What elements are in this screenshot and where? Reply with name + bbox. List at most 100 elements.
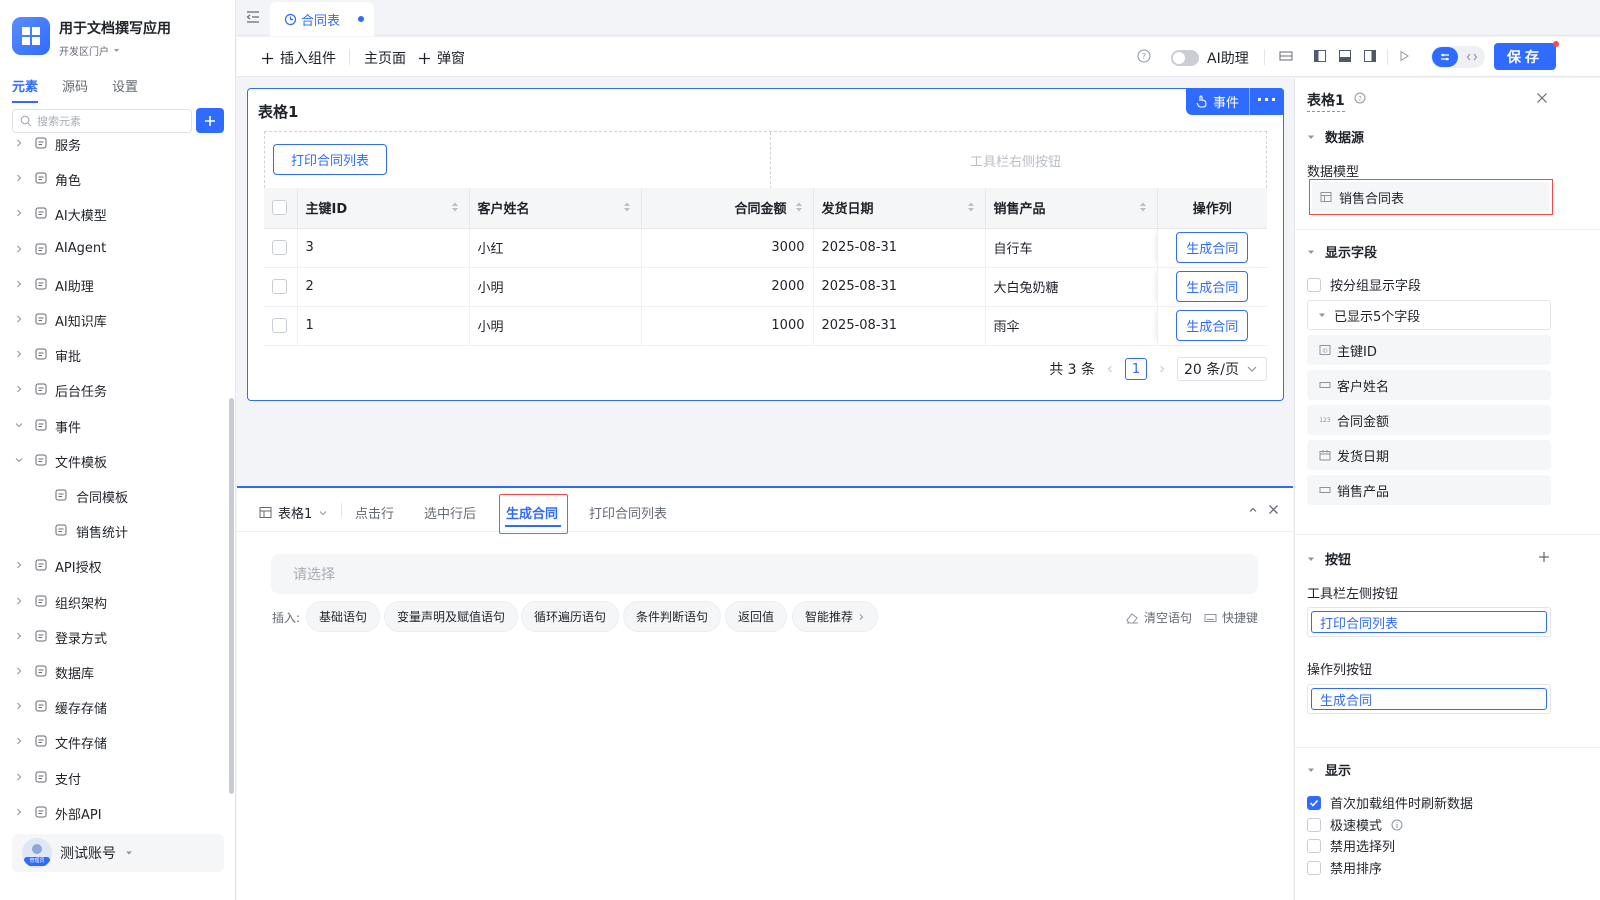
preview-play-icon[interactable] bbox=[1397, 49, 1411, 63]
design-mode-button[interactable] bbox=[1432, 47, 1458, 67]
close-icon[interactable] bbox=[1536, 92, 1548, 104]
chevron-right-icon[interactable] bbox=[14, 314, 24, 324]
sidebar-item[interactable]: AI知识库 bbox=[0, 304, 228, 334]
sidebar-item[interactable]: API授权 bbox=[0, 550, 228, 580]
chevron-right-icon[interactable] bbox=[14, 666, 24, 676]
tab-generate-contract[interactable]: 生成合同 bbox=[506, 503, 558, 522]
save-button[interactable]: 保存 bbox=[1494, 43, 1556, 70]
event-button[interactable]: 事件 bbox=[1186, 88, 1250, 115]
column-header[interactable]: 销售产品 bbox=[985, 188, 1158, 229]
sidebar-item[interactable]: 后台任务 bbox=[0, 374, 228, 404]
sidebar-item[interactable]: 事件 bbox=[0, 410, 228, 440]
plus-icon[interactable] bbox=[1538, 551, 1550, 563]
chevron-right-icon[interactable] bbox=[14, 701, 24, 711]
action-select[interactable]: 请选择 bbox=[271, 554, 1258, 594]
left-button-config[interactable]: 打印合同列表 bbox=[1307, 607, 1551, 637]
buttons-section-header[interactable]: 按钮 bbox=[1307, 549, 1351, 568]
info-icon[interactable] bbox=[1391, 819, 1403, 831]
view-mode-switch[interactable] bbox=[1431, 46, 1485, 68]
chevron-right-icon[interactable] bbox=[14, 560, 24, 570]
sidebar-item[interactable]: 数据库 bbox=[0, 656, 228, 686]
layout-split-icon[interactable] bbox=[1279, 49, 1293, 63]
chevron-right-icon[interactable] bbox=[1157, 364, 1167, 374]
component-selector[interactable]: 表格1 bbox=[259, 503, 328, 522]
sidebar-item[interactable]: 服务 bbox=[0, 128, 228, 158]
sort-icon[interactable] bbox=[967, 201, 975, 213]
chevron-right-icon[interactable] bbox=[14, 279, 24, 289]
chevron-left-icon[interactable] bbox=[1105, 364, 1115, 374]
sidebar-item[interactable]: 缓存存储 bbox=[0, 691, 228, 721]
sidebar-scrollbar[interactable] bbox=[229, 398, 234, 794]
disable-select-column-checkbox[interactable] bbox=[1307, 838, 1321, 853]
insert-basic-statement[interactable]: 基础语句 bbox=[306, 601, 381, 632]
insert-return-value[interactable]: 返回值 bbox=[725, 601, 788, 632]
sidebar-item[interactable]: AIAgent bbox=[0, 234, 228, 264]
op-button-config[interactable]: 生成合同 bbox=[1307, 684, 1551, 714]
datasource-section-header[interactable]: 数据源 bbox=[1307, 127, 1364, 146]
table-row[interactable]: 1 小明 1000 2025-08-31 雨伞 生成合同 bbox=[264, 306, 1267, 346]
field-item[interactable]: 客户姓名 bbox=[1307, 370, 1551, 400]
print-contract-list-button[interactable]: 打印合同列表 bbox=[273, 144, 387, 175]
group-fields-option[interactable]: 按分组显示字段 bbox=[1307, 275, 1421, 294]
help-icon[interactable]: ? bbox=[1354, 92, 1366, 104]
select-all-checkbox[interactable] bbox=[272, 200, 287, 216]
popup-button[interactable]: 弹窗 bbox=[418, 48, 465, 68]
layout-bottom-icon[interactable] bbox=[1338, 49, 1352, 63]
insert-variable-statement[interactable]: 变量声明及赋值语句 bbox=[384, 601, 519, 632]
column-header[interactable]: 合同金额 bbox=[641, 188, 814, 229]
sort-icon[interactable] bbox=[1139, 201, 1147, 213]
disable-sort-option[interactable]: 禁用排序 bbox=[1307, 858, 1382, 877]
table-component[interactable]: 表格1 事件 ··· 打印合同列表 工具栏右侧按钮 主键ID 客户姓名 合同金额… bbox=[247, 88, 1284, 401]
sidebar-item[interactable]: 合同模板 bbox=[0, 480, 228, 510]
sort-icon[interactable] bbox=[795, 201, 803, 213]
generate-contract-button[interactable]: 生成合同 bbox=[1176, 310, 1249, 341]
chevron-down-icon[interactable] bbox=[14, 455, 24, 465]
chevron-up-icon[interactable] bbox=[1248, 505, 1258, 515]
sidebar-item[interactable]: 销售统计 bbox=[0, 515, 228, 545]
portal-selector[interactable]: 开发区门户 bbox=[59, 43, 171, 58]
sidebar-item[interactable]: 登录方式 bbox=[0, 621, 228, 651]
shortcuts-button[interactable]: 快捷键 bbox=[1204, 609, 1258, 626]
field-item[interactable]: 销售产品 bbox=[1307, 475, 1551, 505]
tab-source[interactable]: 源码 bbox=[62, 76, 88, 103]
fields-section-header[interactable]: 显示字段 bbox=[1307, 242, 1377, 261]
chevron-right-icon[interactable] bbox=[14, 596, 24, 606]
insert-component-button[interactable]: 插入组件 bbox=[261, 48, 336, 68]
insert-loop-statement[interactable]: 循环遍历语句 bbox=[521, 601, 620, 632]
help-icon[interactable]: ? bbox=[1137, 49, 1151, 63]
refresh-on-load-option[interactable]: 首次加载组件时刷新数据 bbox=[1307, 793, 1473, 812]
column-header[interactable]: 发货日期 bbox=[813, 188, 986, 229]
row-checkbox[interactable] bbox=[272, 279, 287, 294]
page-number[interactable]: 1 bbox=[1125, 358, 1147, 380]
chevron-right-icon[interactable] bbox=[14, 772, 24, 782]
row-checkbox[interactable] bbox=[272, 240, 287, 255]
chevron-down-icon[interactable] bbox=[14, 420, 24, 430]
group-fields-checkbox[interactable] bbox=[1307, 277, 1321, 292]
insert-condition-statement[interactable]: 条件判断语句 bbox=[623, 601, 722, 632]
sidebar-item[interactable]: 文件存储 bbox=[0, 726, 228, 756]
sidebar-item[interactable]: AI助理 bbox=[0, 269, 228, 299]
column-header[interactable]: 主键ID bbox=[297, 188, 470, 229]
tab-elements[interactable]: 元素 bbox=[12, 76, 39, 103]
field-item[interactable]: 发货日期 bbox=[1307, 440, 1551, 470]
page-size-select[interactable]: 20 条/页 bbox=[1177, 357, 1267, 381]
close-icon[interactable] bbox=[1268, 504, 1279, 515]
sort-icon[interactable] bbox=[623, 201, 631, 213]
chevron-right-icon[interactable] bbox=[14, 138, 24, 148]
data-model-select[interactable]: 销售合同表 bbox=[1312, 182, 1550, 212]
disable-sort-checkbox[interactable] bbox=[1307, 860, 1321, 875]
shown-fields-toggle[interactable]: 已显示5个字段 bbox=[1307, 300, 1551, 330]
sidebar-item[interactable]: 支付 bbox=[0, 762, 228, 792]
sidebar-item[interactable]: 组织架构 bbox=[0, 586, 228, 616]
tab-print-contract-list[interactable]: 打印合同列表 bbox=[589, 503, 667, 522]
field-item[interactable]: 123 合同金额 bbox=[1307, 405, 1551, 435]
generate-contract-button[interactable]: 生成合同 bbox=[1176, 271, 1249, 302]
chevron-right-icon[interactable] bbox=[14, 736, 24, 746]
table-row[interactable]: 2 小明 2000 2025-08-31 大白兔奶糖 生成合同 bbox=[264, 267, 1267, 307]
table-row[interactable]: 3 小红 3000 2025-08-31 自行车 生成合同 bbox=[264, 228, 1267, 268]
fast-mode-option[interactable]: 极速模式 bbox=[1307, 815, 1403, 834]
sidebar-item[interactable]: 审批 bbox=[0, 339, 228, 369]
layout-left-icon[interactable] bbox=[1313, 49, 1327, 63]
column-header[interactable]: 客户姓名 bbox=[469, 188, 642, 229]
chevron-right-icon[interactable] bbox=[14, 349, 24, 359]
